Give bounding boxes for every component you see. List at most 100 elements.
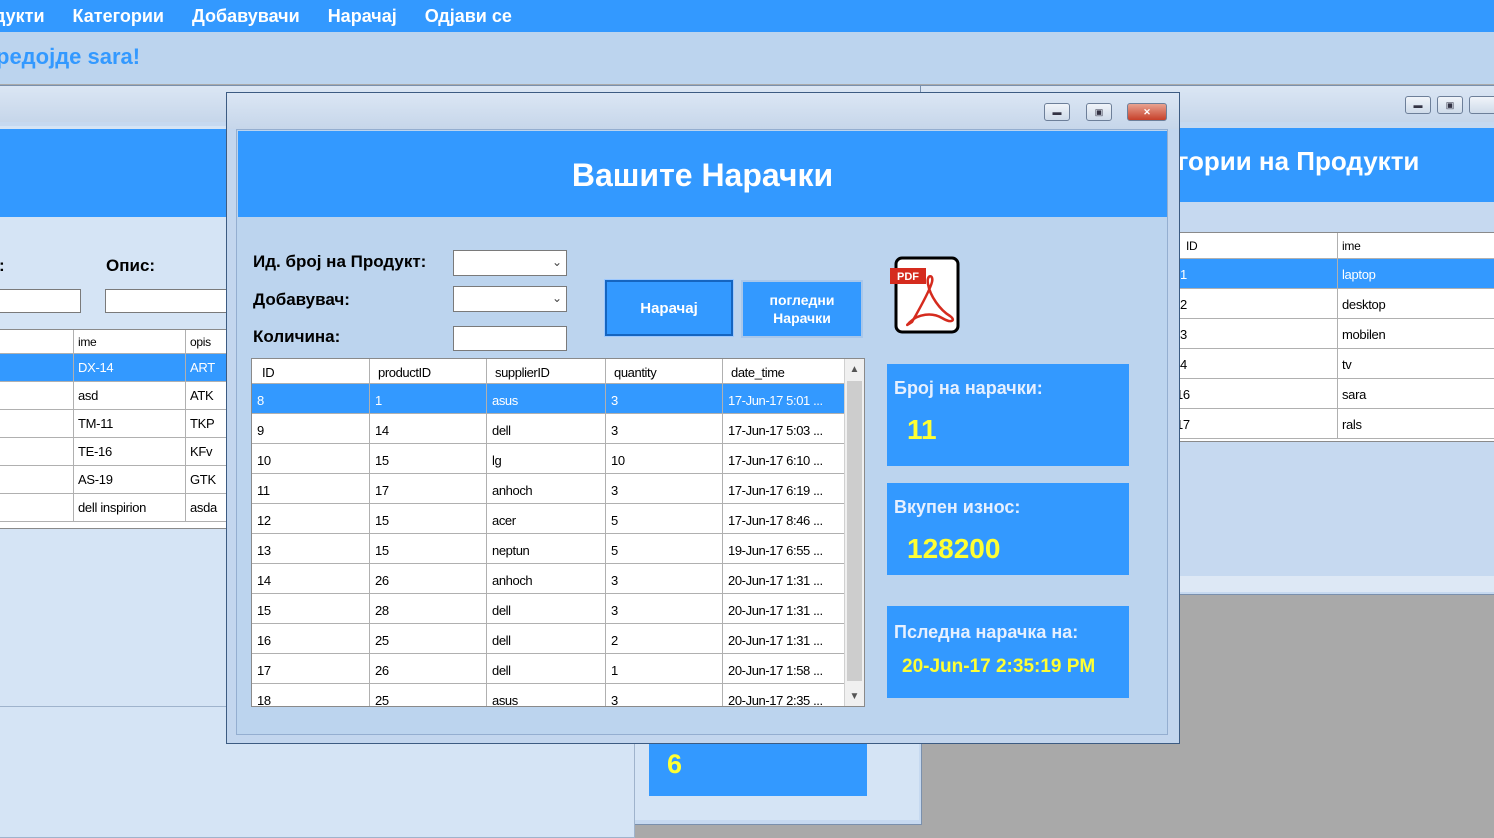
table-cell: asda [186, 494, 228, 521]
table-cell [0, 382, 74, 409]
menu-item-order[interactable]: Нарачај [328, 6, 397, 27]
table-row[interactable]: dell inspirion asda [0, 494, 228, 522]
table-cell: ART [186, 354, 228, 381]
column-header-id[interactable]: ID [252, 359, 370, 383]
scroll-thumb[interactable] [847, 381, 862, 681]
table-cell: 17 [252, 654, 370, 683]
description-input[interactable] [105, 289, 235, 313]
product-id-select[interactable]: ⌄ [453, 250, 567, 276]
table-cell: 25 [370, 684, 487, 706]
table-row[interactable]: 13 15 neptun 5 19-Jun-17 6:55 ... [252, 534, 864, 564]
products-grid[interactable]: ime opis DX-14 ART asd ATK TM-11 TKP TE-… [0, 329, 229, 529]
last-order-box: Пследна нарачка на: 20-Jun-17 2:35:19 PM [887, 606, 1129, 698]
menu-item-suppliers[interactable]: Добавувачи [192, 6, 300, 27]
table-cell: ATK [186, 382, 228, 409]
column-header-quantity[interactable]: quantity [606, 359, 723, 383]
table-cell: asd [74, 382, 186, 409]
table-cell: dell [487, 414, 606, 443]
column-header-ime[interactable]: ime [1338, 233, 1494, 258]
scroll-down-icon[interactable]: ▼ [845, 686, 864, 706]
table-row[interactable]: 10 15 lg 10 17-Jun-17 6:10 ... [252, 444, 864, 474]
orders-grid-header: ID productID supplierID quantity date_ti… [252, 359, 864, 384]
table-cell: 15 [370, 444, 487, 473]
table-row[interactable]: AS-19 GTK [0, 466, 228, 494]
minimize-icon[interactable]: ▬ [1044, 103, 1070, 121]
table-cell: acer [487, 504, 606, 533]
table-row[interactable]: asd ATK [0, 382, 228, 410]
table-cell: dell [487, 654, 606, 683]
orders-grid[interactable]: ID productID supplierID quantity date_ti… [251, 358, 865, 707]
product-id-label: Ид. број на Продукт: [253, 252, 427, 271]
table-cell: 13 [252, 534, 370, 563]
orders-count-label: Број на нарачки: [894, 378, 1043, 398]
code-input[interactable] [0, 289, 81, 313]
code-label: : [0, 256, 5, 276]
table-cell: KFv [186, 438, 228, 465]
pdf-icon[interactable]: PDF [890, 256, 960, 336]
table-cell: 12 [252, 504, 370, 533]
table-row[interactable]: 9 14 dell 3 17-Jun-17 5:03 ... [252, 414, 864, 444]
quantity-input[interactable] [453, 326, 567, 351]
table-cell: 17-Jun-17 6:10 ... [723, 444, 846, 473]
products-count-value: 6 [667, 749, 683, 779]
table-cell [0, 466, 74, 493]
table-cell: GTK [186, 466, 228, 493]
maximize-icon[interactable]: ▣ [1086, 103, 1112, 121]
column-header-datetime[interactable]: date_time [723, 359, 846, 383]
table-row[interactable]: 8 1 asus 3 17-Jun-17 5:01 ... [252, 384, 864, 414]
column-header[interactable] [0, 330, 74, 353]
orders-total-box: Вкупен износ: 128200 [887, 483, 1129, 575]
main-menubar: дукти Категории Добавувачи Нарачај Одјав… [0, 0, 1494, 32]
table-cell: laptop [1338, 259, 1494, 288]
menu-item-categories[interactable]: Категории [73, 6, 164, 27]
chevron-down-icon: ⌄ [551, 291, 562, 305]
table-row[interactable]: 12 15 acer 5 17-Jun-17 8:46 ... [252, 504, 864, 534]
pdf-badge-text: PDF [897, 271, 919, 283]
table-row[interactable]: DX-14 ART [0, 354, 228, 382]
table-row[interactable]: TE-16 KFv [0, 438, 228, 466]
table-cell: 3 [606, 414, 723, 443]
table-row[interactable]: 16 25 dell 2 20-Jun-17 1:31 ... [252, 624, 864, 654]
maximize-icon[interactable]: ▣ [1437, 96, 1463, 114]
column-header-supplierid[interactable]: supplierID [487, 359, 606, 383]
column-header-ime[interactable]: ime [74, 330, 186, 353]
table-row[interactable]: 18 25 asus 3 20-Jun-17 2:35 ... [252, 684, 864, 706]
orders-dialog-body: Вашите Нарачки Ид. број на Продукт: ⌄ До… [236, 129, 1168, 735]
column-header-opis[interactable]: opis [186, 330, 228, 353]
table-cell: 20-Jun-17 2:35 ... [723, 684, 846, 706]
table-cell: 20-Jun-17 1:31 ... [723, 624, 846, 653]
orders-count-box: Број на нарачки: 11 [887, 364, 1129, 466]
column-header-productid[interactable]: productID [370, 359, 487, 383]
view-orders-button[interactable]: погледни Нарачки [741, 280, 863, 338]
table-row[interactable]: 14 26 anhoch 3 20-Jun-17 1:31 ... [252, 564, 864, 594]
table-row[interactable]: 17 26 dell 1 20-Jun-17 1:58 ... [252, 654, 864, 684]
table-cell: TE-16 [74, 438, 186, 465]
table-row[interactable]: 15 28 dell 3 20-Jun-17 1:31 ... [252, 594, 864, 624]
minimize-icon[interactable]: ▬ [1405, 96, 1431, 114]
welcome-bar [0, 32, 1494, 84]
table-cell: desktop [1338, 289, 1494, 318]
table-row[interactable]: TM-11 TKP [0, 410, 228, 438]
table-cell: rals [1338, 409, 1494, 438]
supplier-select[interactable]: ⌄ [453, 286, 567, 312]
order-button[interactable]: Нарачај [604, 279, 734, 337]
orders-total-label: Вкупен износ: [894, 497, 1021, 517]
menu-item-products[interactable]: дукти [0, 6, 45, 27]
close-icon[interactable] [1469, 96, 1494, 114]
table-cell: 17 [370, 474, 487, 503]
table-cell: TM-11 [74, 410, 186, 437]
table-cell: lg [487, 444, 606, 473]
supplier-label: Добавувач: [253, 290, 350, 309]
orders-dialog-titlebar[interactable] [227, 93, 1179, 129]
close-icon[interactable]: ✕ [1127, 103, 1167, 121]
table-cell: 17-Jun-17 6:19 ... [723, 474, 846, 503]
table-cell: 15 [370, 534, 487, 563]
table-cell: 3 [606, 594, 723, 623]
table-row[interactable]: 11 17 anhoch 3 17-Jun-17 6:19 ... [252, 474, 864, 504]
table-cell [0, 410, 74, 437]
scroll-up-icon[interactable]: ▲ [845, 359, 864, 379]
menu-item-logout[interactable]: Одјави се [425, 6, 512, 27]
table-cell: 20-Jun-17 1:31 ... [723, 564, 846, 593]
orders-scrollbar[interactable]: ▲ ▼ [844, 359, 864, 706]
quantity-label: Количина: [253, 327, 341, 346]
